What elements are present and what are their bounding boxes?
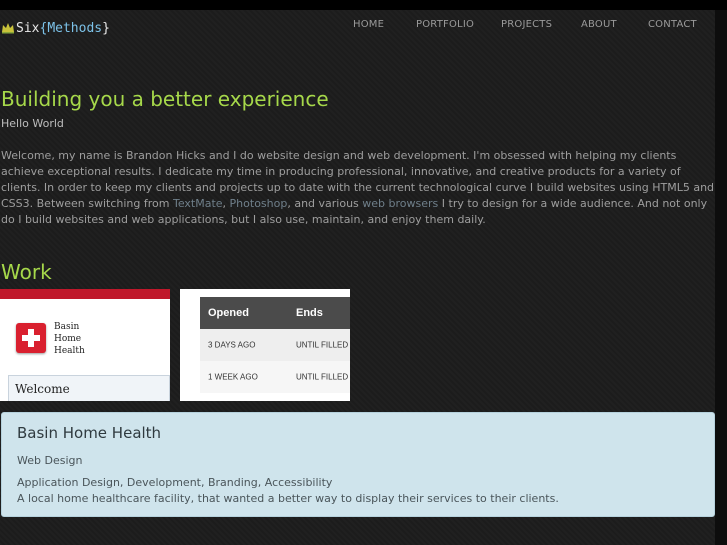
table-cell: UNTIL FILLED — [296, 372, 349, 382]
hero-title: Building you a better experience — [1, 87, 329, 111]
table-header-cell: Opened — [208, 307, 249, 319]
thumb-red-bar — [0, 289, 170, 299]
link-web-browsers[interactable]: web browsers — [362, 197, 438, 210]
top-bar — [0, 0, 727, 10]
table-cell: 1 WEEK AGO — [208, 372, 258, 382]
table-row: 1 WEEK AGO UNTIL FILLED — [200, 361, 350, 393]
work-heading: Work — [1, 260, 52, 284]
intro-sep-1: , — [222, 197, 230, 210]
medical-cross-icon — [16, 323, 46, 353]
thumb-welcome-box: Welcome — [8, 375, 170, 401]
crown-icon — [2, 23, 14, 34]
work-thumbnail-jobs[interactable]: Opened Ends 3 DAYS AGO UNTIL FILLED 1 WE… — [180, 289, 350, 401]
thumb-brand: Basin Home Health — [54, 321, 85, 357]
logo-accent: Methods — [47, 20, 103, 36]
hero-subtitle: Hello World — [1, 117, 64, 130]
logo-brace-close: } — [102, 20, 110, 36]
nav-projects[interactable]: PROJECTS — [501, 19, 552, 30]
table-cell: 3 DAYS AGO — [208, 340, 256, 350]
site-logo[interactable]: Six{Methods} — [1, 19, 110, 37]
thumb-welcome: Welcome — [15, 382, 70, 396]
featured-project-panel[interactable]: Basin Home Health Web Design Application… — [1, 412, 715, 517]
work-thumbnail-basin[interactable]: Basin Home Health Welcome — [0, 289, 170, 401]
brand-line: Health — [54, 346, 85, 356]
table-header-cell: Ends — [296, 307, 323, 319]
link-photoshop[interactable]: Photoshop — [230, 197, 288, 210]
project-tags: Application Design, Development, Brandin… — [17, 476, 333, 489]
thumb-table: Opened Ends 3 DAYS AGO UNTIL FILLED 1 WE… — [200, 297, 350, 393]
nav-contact[interactable]: CONTACT — [648, 19, 697, 30]
project-category: Web Design — [17, 454, 83, 467]
table-row: 3 DAYS AGO UNTIL FILLED — [200, 329, 350, 361]
project-description: A local home healthcare facility, that w… — [17, 492, 559, 505]
nav-portfolio[interactable]: PORTFOLIO — [416, 19, 474, 30]
table-header: Opened Ends — [200, 297, 350, 329]
brand-line: Home — [54, 334, 82, 344]
logo-prefix: Six — [16, 20, 40, 36]
logo-text: Six{Methods} — [16, 21, 110, 36]
brand-line: Basin — [54, 322, 80, 332]
intro-paragraph: Welcome, my name is Brandon Hicks and I … — [1, 148, 716, 228]
intro-sep-2: , and various — [287, 197, 363, 210]
project-title: Basin Home Health — [17, 424, 162, 442]
link-textmate[interactable]: TextMate — [173, 197, 223, 210]
table-cell: UNTIL FILLED — [296, 340, 349, 350]
scrollbar[interactable] — [715, 10, 727, 545]
nav-home[interactable]: HOME — [353, 19, 384, 30]
nav-about[interactable]: ABOUT — [581, 19, 617, 30]
